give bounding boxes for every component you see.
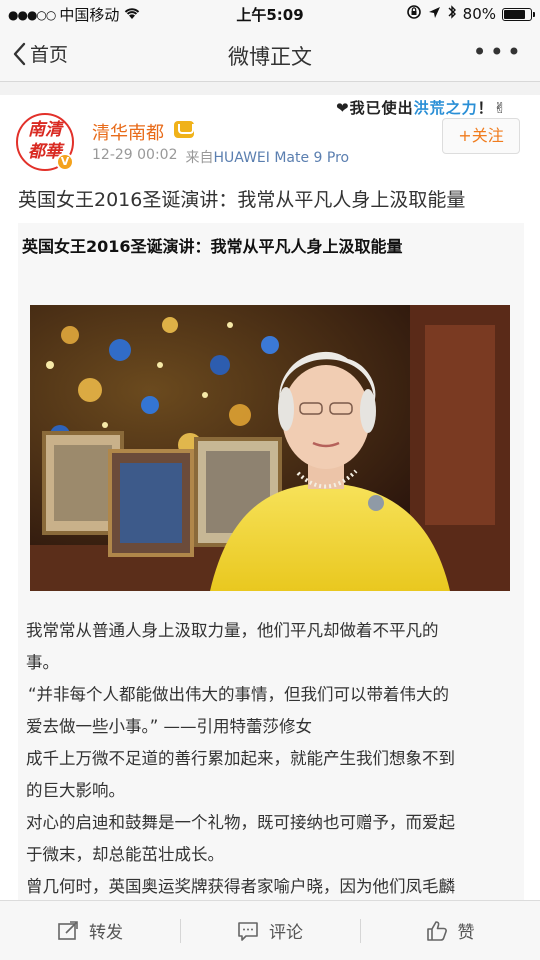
comment-label: 评论 <box>269 923 303 943</box>
post-headline: 英国女王2016圣诞演讲：我常从平凡人身上汲取能量 <box>18 189 466 211</box>
article-line: 事。 <box>26 653 59 672</box>
post-meta: 12-29 00:02 来自HUAWEI Mate 9 Pro <box>92 147 349 167</box>
article-line: 的巨大影响。 <box>26 781 125 800</box>
article-preview[interactable]: 英国女王2016圣诞演讲：我常从平凡人身上汲取能量 我常常从普通人身上汲取力量，… <box>18 223 524 900</box>
repost-label: 转发 <box>89 923 123 943</box>
follow-button[interactable]: +关注 <box>442 118 520 154</box>
article-photo[interactable] <box>30 305 510 591</box>
like-label: 赞 <box>457 923 475 943</box>
article-line: 对心的启迪和鼓舞是一个礼物，既可接纳也可赠予，而爱起 <box>26 813 455 832</box>
post-source: 来自HUAWEI Mate 9 Pro <box>185 150 350 166</box>
author-name[interactable]: 清华南都 <box>92 119 164 145</box>
battery-percent: 80% <box>462 5 496 23</box>
article-line: 我常常从普通人身上汲取力量，他们平凡却做着不平凡的 <box>26 621 439 640</box>
vip-crown-icon <box>174 121 194 138</box>
article-body: 我常常从普通人身上汲取力量，他们平凡却做着不平凡的 事。 “并非每个人都能做出伟… <box>26 615 520 900</box>
repost-button[interactable]: 转发 <box>0 901 180 960</box>
orientation-lock-icon <box>406 4 422 24</box>
source-device-link[interactable]: HUAWEI Mate 9 Pro <box>213 150 349 166</box>
navigation-bar: 首页 微博正文 ••• <box>0 28 540 82</box>
article-line: 爱去做一些小事。” ——引用特蕾莎修女 <box>26 717 313 736</box>
page-title: 微博正文 <box>228 45 312 69</box>
repost-icon <box>58 920 78 940</box>
thumbs-up-icon <box>426 920 447 941</box>
post-card: ❤我已使出洪荒之力！✌ 南清 都華 V 清华南都 12-29 00:02 来自HU… <box>0 95 540 900</box>
more-options-icon[interactable]: ••• <box>473 38 524 66</box>
article-line: 成千上万微不足道的善行累加起来，就能产生我们想象不到 <box>26 749 455 768</box>
comment-icon <box>238 921 258 941</box>
comment-button[interactable]: 评论 <box>180 901 360 960</box>
queen-christmas-photo <box>30 305 510 591</box>
battery-icon <box>502 7 535 21</box>
verified-badge-icon: V <box>56 153 74 171</box>
article-line: “并非每个人都能做出伟大的事情，但我们可以带着伟大的 <box>28 685 450 704</box>
article-line: 于微末，却总能茁壮成长。 <box>26 845 224 864</box>
action-bar: 转发 评论 赞 <box>0 900 540 960</box>
post-timestamp: 12-29 00:02 <box>92 147 178 163</box>
bluetooth-icon <box>447 4 457 24</box>
slogan-banner: ❤我已使出洪荒之力！✌ <box>336 99 508 117</box>
article-title: 英国女王2016圣诞演讲：我常从平凡人身上汲取能量 <box>22 237 403 256</box>
location-icon <box>428 5 441 23</box>
like-button[interactable]: 赞 <box>360 901 540 960</box>
status-bar: ●●●○○ 中国移动 上午5:09 80% <box>0 0 540 28</box>
article-line: 曾几何时，英国奥运奖牌获得者家喻户晓，因为他们凤毛麟 <box>26 877 455 896</box>
